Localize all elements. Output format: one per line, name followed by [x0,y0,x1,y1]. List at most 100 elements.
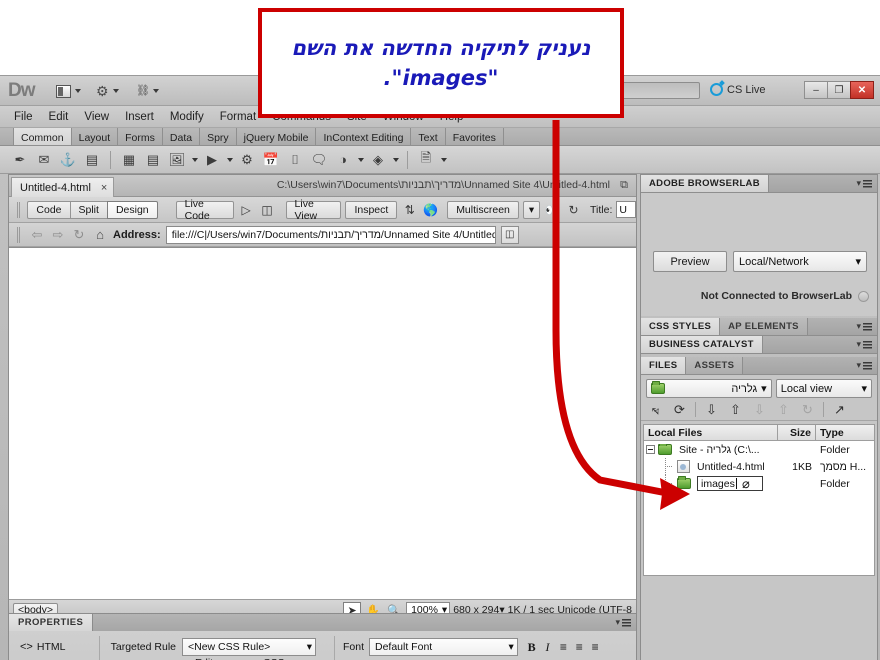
extend-dreamweaver-button[interactable] [96,82,119,100]
design-canvas[interactable] [9,247,636,599]
insert-tab-forms[interactable]: Forms [118,128,163,145]
live-code-button[interactable]: Live Code [175,198,234,222]
reload-icon[interactable]: ↻ [71,227,87,243]
insert-tab-jquery-mobile[interactable]: jQuery Mobile [237,128,317,145]
chevron-down-icon[interactable] [441,157,447,162]
chevron-down-icon[interactable] [358,157,364,162]
connect-icon[interactable]: ⦭ [647,401,664,418]
live-view-button[interactable]: Live View [285,198,342,222]
panel-options-menu[interactable]: ▾ [615,617,631,628]
file-management-icon[interactable]: ◫ [500,225,519,244]
inspect-button[interactable]: Inspect [345,200,398,219]
comment-icon[interactable]: 🗨 [309,150,329,170]
collapse-icon[interactable] [646,445,655,454]
chevron-down-icon[interactable] [393,157,399,162]
tab-adobe-browserlab[interactable]: ADOBE BROWSERLAB [641,175,769,192]
properties-tab[interactable]: PROPERTIES [9,614,94,631]
insert-tab-common[interactable]: Common [13,128,72,145]
column-type[interactable]: Type [816,425,874,440]
design-view-button[interactable]: Design [106,200,158,219]
close-icon[interactable]: × [101,182,107,194]
insert-tab-spry[interactable]: Spry [200,128,237,145]
tab-files[interactable]: FILES [641,357,687,374]
multiscreen-dropdown[interactable]: ▾ [522,200,541,219]
visual-aids-icon[interactable]: 👀 [544,201,561,219]
email-link-icon[interactable]: ✉ [34,150,54,170]
insert-tab-data[interactable]: Data [163,128,201,145]
menu-modify[interactable]: Modify [162,109,212,125]
restore-button[interactable]: ❐ [827,81,851,99]
tab-css-styles[interactable]: CSS STYLES [641,318,721,335]
refresh-icon[interactable]: ↻ [565,201,582,219]
tab-business-catalyst[interactable]: BUSINESS CATALYST [641,336,763,353]
menu-edit[interactable]: Edit [41,109,77,125]
panel-options-menu[interactable]: ▾ [856,357,872,374]
named-anchor-icon[interactable]: ⚓ [58,150,78,170]
templates-icon[interactable]: 🗎 [416,150,436,170]
back-icon[interactable]: ⇦ [29,227,45,243]
table-row[interactable]: Untitled-4.html 1KB מסמך H... [644,458,874,475]
insert-tab-favorites[interactable]: Favorites [446,128,504,145]
insert-tab-layout[interactable]: Layout [72,128,119,145]
browserlab-target-select[interactable]: Local/Network ▾ [733,251,867,272]
panel-options-menu[interactable]: ▾ [856,336,872,353]
multiscreen-button[interactable]: Multiscreen [447,200,519,219]
inspect-mode-icon[interactable]: ▷ [238,201,255,219]
menu-file[interactable]: File [6,109,41,125]
preview-button[interactable]: Preview [653,251,727,272]
column-size[interactable]: Size [778,425,816,440]
layout-switcher-button[interactable] [56,82,81,100]
menu-insert[interactable]: Insert [117,109,162,125]
insert-tab-text[interactable]: Text [411,128,446,145]
view-select[interactable]: Local view ▾ [775,379,872,398]
home-icon[interactable]: ⌂ [92,227,108,243]
table-icon[interactable]: ▦ [119,150,139,170]
hyperlink-icon[interactable]: ✒ [10,150,30,170]
targeted-rule-select[interactable]: <New CSS Rule> ▾ [182,638,316,656]
chevron-down-icon[interactable] [227,157,233,162]
media-icon[interactable]: ▶ [202,150,222,170]
widget-icon[interactable]: ⚙ [237,150,257,170]
align-left-button[interactable]: ≡ [555,639,571,656]
insert-div-tag-icon[interactable]: ▤ [143,150,163,170]
live-view-options-icon[interactable]: ⇅ [401,201,418,219]
image-icon[interactable]: 🖼 [167,150,187,170]
refresh-icon[interactable]: ⟳ [671,401,688,418]
head-icon[interactable]: ◑ [333,150,353,170]
menu-format[interactable]: Format [212,109,264,125]
local-files-tree[interactable]: Local Files Size Type Site - גלריה (C:\.… [643,424,875,576]
tab-ap-elements[interactable]: AP ELEMENTS [720,318,808,335]
tab-assets[interactable]: ASSETS [686,357,744,374]
menu-view[interactable]: View [76,109,117,125]
html-properties-tab[interactable]: <> HTML [15,638,71,657]
toolbar-grip[interactable] [17,226,21,243]
toolbar-grip[interactable] [17,201,21,218]
panel-options-menu[interactable]: ▾ [856,175,872,192]
code-view-button[interactable]: Code [27,200,71,219]
table-row[interactable]: Site - גלריה (C:\... Folder [644,441,874,458]
font-select[interactable]: Default Font ▾ [369,638,518,656]
forward-icon[interactable]: ⇨ [50,227,66,243]
insert-tab-incontext-editing[interactable]: InContext Editing [316,128,412,145]
preview-browser-icon[interactable]: 🌎 [422,201,439,219]
title-input[interactable]: U [616,201,636,218]
site-setup-button[interactable] [136,82,159,100]
address-input[interactable]: file:///C|/Users/win7/Documents/מדריך/תב… [165,225,496,244]
bold-button[interactable]: B [524,639,540,656]
script-icon[interactable]: ◈ [368,150,388,170]
italic-button[interactable]: I [540,639,556,656]
column-local-files[interactable]: Local Files [644,425,778,440]
server-side-include-icon[interactable]: ⌷ [285,150,305,170]
document-tab[interactable]: Untitled-4.html × [11,177,115,197]
panel-options-menu[interactable]: ▾ [856,318,872,335]
split-view-button[interactable]: Split [69,200,108,219]
align-right-button[interactable]: ≡ [587,639,603,656]
view-options-icon[interactable]: ◫ [259,201,276,219]
cs-live-button[interactable]: CS Live [710,83,766,96]
site-select[interactable]: גלריה ▾ [646,379,772,398]
restore-document-icon[interactable]: ⧉ [620,179,628,192]
get-files-icon[interactable]: ⇩ [703,401,720,418]
date-icon[interactable]: 📅 [261,150,281,170]
minimize-button[interactable]: – [804,81,828,99]
close-button[interactable]: ✕ [850,81,874,99]
